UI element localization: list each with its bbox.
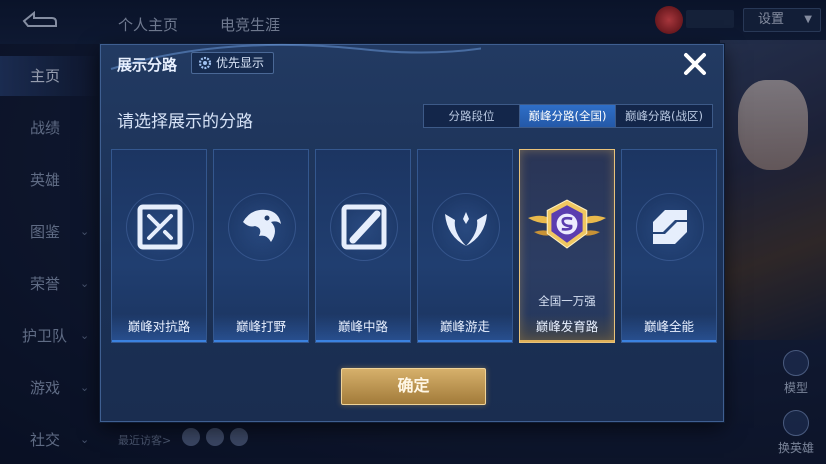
close-icon[interactable]: [681, 50, 709, 78]
farm-lane-icon: [546, 199, 588, 249]
lane-card-roam[interactable]: 巅峰游走: [417, 149, 513, 343]
gear-icon: [198, 56, 212, 70]
tab-peak-lane-region[interactable]: 巅峰分路(战区): [616, 105, 712, 127]
lane-card-mid[interactable]: 巅峰中路: [315, 149, 411, 343]
lane-card-label: 巅峰全能: [622, 314, 716, 342]
tab-lane-rank[interactable]: 分路段位: [424, 105, 520, 127]
clash-lane-icon: [137, 204, 183, 250]
lane-card-label: 巅峰游走: [418, 314, 512, 342]
dialog-title: 展示分路: [117, 56, 178, 74]
lane-card-jungle[interactable]: 巅峰打野: [213, 149, 309, 343]
lane-card-all-round[interactable]: 巅峰全能: [621, 149, 717, 343]
mid-lane-icon: [341, 204, 387, 250]
jungle-icon: [243, 209, 281, 242]
lane-card-label: 巅峰发育路: [520, 314, 614, 342]
lane-card-label: 巅峰中路: [316, 314, 410, 342]
priority-display-button[interactable]: 优先显示: [191, 52, 275, 74]
lane-tab-group: 分路段位 巅峰分路(全国) 巅峰分路(战区): [423, 104, 713, 128]
lane-rank-text: 全国一万强: [538, 294, 596, 308]
all-round-icon: [653, 210, 687, 244]
lane-card-label: 巅峰对抗路: [112, 314, 206, 342]
lane-card-farm[interactable]: 全国一万强 巅峰发育路: [519, 149, 615, 343]
roam-icon: [445, 212, 487, 246]
lane-card-label: 巅峰打野: [214, 314, 308, 342]
lane-card-clash[interactable]: 巅峰对抗路: [111, 149, 207, 343]
dialog-subtitle: 请选择展示的分路: [117, 112, 253, 132]
priority-label: 优先显示: [216, 56, 265, 70]
confirm-button[interactable]: 确定: [341, 368, 486, 405]
lane-display-dialog: 展示分路 优先显示 请选择展示的分路 分路段位 巅峰分路(全国) 巅峰分路(战区…: [100, 43, 724, 422]
tab-peak-lane-national[interactable]: 巅峰分路(全国): [520, 105, 616, 127]
